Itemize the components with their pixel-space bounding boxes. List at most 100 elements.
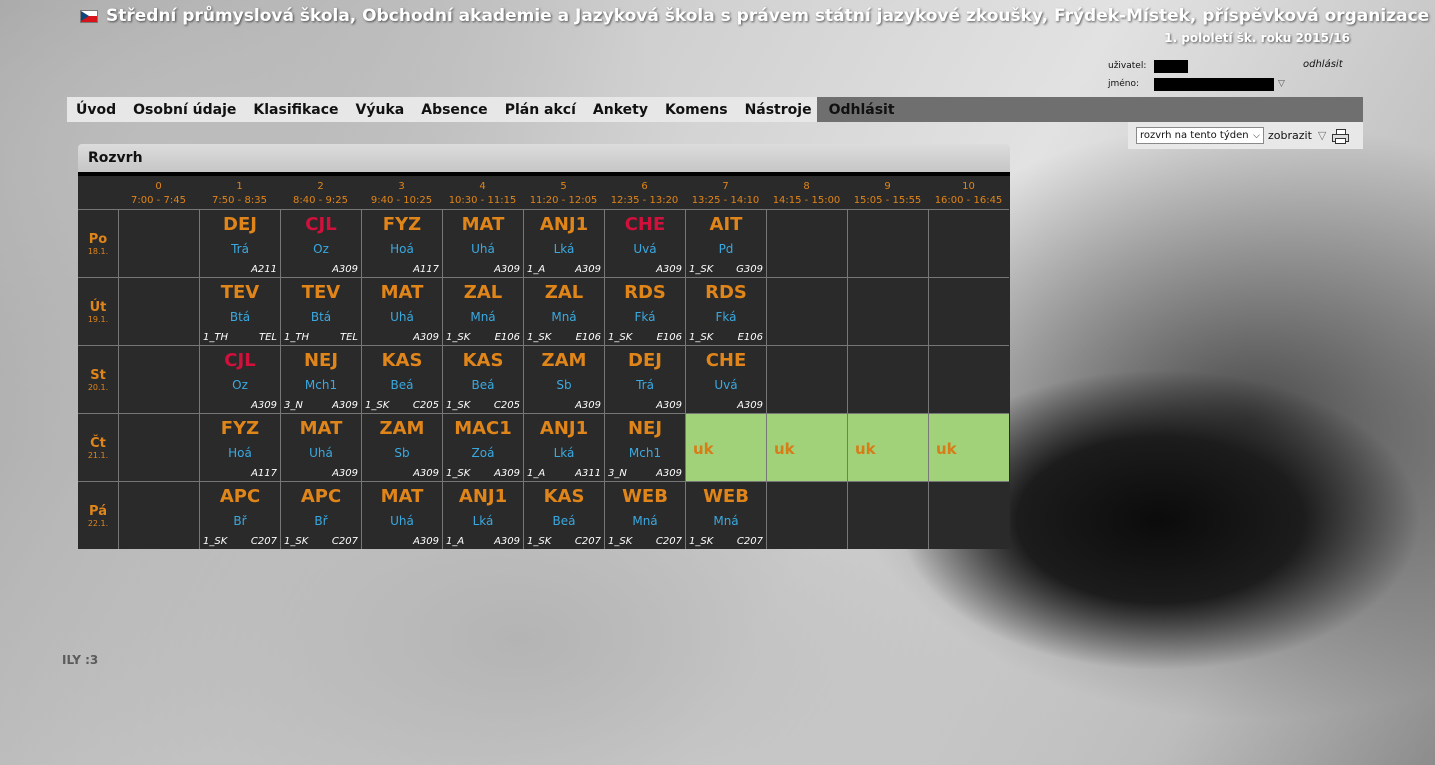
day-date: 22.1.	[87, 519, 109, 528]
period-header: 5 11:20 - 12:05	[523, 176, 604, 209]
lesson-cell[interactable]: KAS Beá 1_SK C205	[361, 345, 442, 413]
uk-label: uk	[936, 440, 957, 458]
lesson-cell[interactable]: ANJ1 Lká 1_A A309	[442, 481, 523, 549]
subject-code: WEB	[622, 486, 668, 507]
nav-item-klasifikace[interactable]: Klasifikace	[253, 102, 338, 118]
nav-item-odhlasit[interactable]: Odhlásit	[829, 102, 895, 118]
lesson-cell[interactable]: RDS Fká 1_SK E106	[604, 277, 685, 345]
filter-icon[interactable]: ▽	[1318, 129, 1326, 142]
room-label: A309	[656, 468, 682, 479]
teacher-abbr: Uhá	[471, 242, 495, 256]
group-label: 1_SK	[527, 332, 552, 343]
lesson-cell[interactable]: ANJ1 Lká 1_A A309	[523, 209, 604, 277]
room-label: E106	[656, 332, 682, 343]
nav-item-plan-akci[interactable]: Plán akcí	[505, 102, 576, 118]
empty-lesson-cell	[928, 481, 1009, 549]
lesson-cell[interactable]: MAC1 Zoá 1_SK A309	[442, 413, 523, 481]
nav-item-absence[interactable]: Absence	[421, 102, 487, 118]
lesson-cell[interactable]: ZAL Mná 1_SK E106	[523, 277, 604, 345]
lesson-cell[interactable]: FYZ Hoá A117	[199, 413, 280, 481]
subject-code: RDS	[624, 282, 666, 303]
subject-code: ZAM	[379, 418, 425, 439]
teacher-abbr: Zoá	[471, 446, 495, 460]
room-label: A309	[413, 332, 439, 343]
subject-code: RDS	[705, 282, 747, 303]
nav-item-ankety[interactable]: Ankety	[593, 102, 648, 118]
subject-code: NEJ	[627, 418, 663, 439]
lesson-cell[interactable]: APC Bř 1_SK C207	[199, 481, 280, 549]
chevron-down-icon[interactable]: ▽	[1278, 79, 1285, 89]
group-label: 3_N	[608, 468, 627, 479]
room-label: C205	[493, 400, 520, 411]
lesson-cell[interactable]: CHE Uvá A309	[604, 209, 685, 277]
lesson-cell[interactable]: APC Bř 1_SK C207	[280, 481, 361, 549]
uk-label: uk	[693, 440, 714, 458]
room-label: G309	[736, 264, 763, 275]
lesson-cell[interactable]: DEJ Trá A211	[199, 209, 280, 277]
lesson-cell[interactable]: ANJ1 Lká 1_A A311	[523, 413, 604, 481]
semester-label: 1. pololetí šk. roku 2015/16	[1164, 31, 1350, 45]
lesson-cell[interactable]: NEJ Mch1 3_N A309	[604, 413, 685, 481]
show-button[interactable]: zobrazit	[1268, 129, 1312, 142]
subject-code: MAT	[299, 418, 343, 439]
czech-flag-icon[interactable]	[80, 9, 98, 23]
lesson-cell[interactable]: DEJ Trá A309	[604, 345, 685, 413]
subject-code: MAT	[380, 486, 424, 507]
lesson-cell-uk[interactable]: uk	[766, 413, 847, 481]
lesson-cell[interactable]: MAT Uhá A309	[361, 277, 442, 345]
period-header: 10 16:00 - 16:45	[928, 176, 1009, 209]
lesson-cell[interactable]: CJL Oz A309	[280, 209, 361, 277]
lesson-cell[interactable]: CHE Uvá A309	[685, 345, 766, 413]
subject-code: MAT	[380, 282, 424, 303]
lesson-cell[interactable]: CJL Oz A309	[199, 345, 280, 413]
empty-lesson-cell	[847, 345, 928, 413]
group-label: 1_SK	[689, 264, 714, 275]
lesson-cell[interactable]: TEV Btá 1_TH TEL	[199, 277, 280, 345]
teacher-abbr: Hoá	[228, 446, 252, 460]
lesson-cell-uk[interactable]: uk	[847, 413, 928, 481]
uk-label: uk	[774, 440, 795, 458]
nav-item-uvod[interactable]: Úvod	[76, 102, 116, 118]
lesson-cell[interactable]: WEB Mná 1_SK C207	[604, 481, 685, 549]
teacher-abbr: Oz	[232, 378, 248, 392]
lesson-cell[interactable]: ZAM Sb A309	[361, 413, 442, 481]
empty-lesson-cell	[928, 345, 1009, 413]
nav-item-nastroje[interactable]: Nástroje	[745, 102, 812, 118]
lesson-cell[interactable]: TEV Btá 1_TH TEL	[280, 277, 361, 345]
subject-code: FYZ	[220, 418, 260, 439]
subject-code: MAC1	[454, 418, 512, 439]
lesson-cell[interactable]: AIT Pd 1_SK G309	[685, 209, 766, 277]
lesson-cell[interactable]: MAT Uhá A309	[361, 481, 442, 549]
lesson-cell-uk[interactable]: uk	[928, 413, 1009, 481]
lesson-cell[interactable]: MAT Uhá A309	[442, 209, 523, 277]
empty-lesson-cell	[118, 345, 199, 413]
lesson-cell[interactable]: RDS Fká 1_SK E106	[685, 277, 766, 345]
lesson-cell[interactable]: KAS Beá 1_SK C205	[442, 345, 523, 413]
print-icon[interactable]	[1332, 128, 1350, 144]
lesson-cell[interactable]: NEJ Mch1 3_N A309	[280, 345, 361, 413]
lesson-cell[interactable]: MAT Uhá A309	[280, 413, 361, 481]
nav-item-komens[interactable]: Komens	[665, 102, 728, 118]
teacher-abbr: Btá	[310, 310, 332, 324]
teacher-abbr: Sb	[556, 378, 572, 392]
logout-link[interactable]: odhlásit	[1303, 59, 1343, 70]
lesson-cell[interactable]: WEB Mná 1_SK C207	[685, 481, 766, 549]
day-name: St	[90, 368, 106, 383]
nav-item-vyuka[interactable]: Výuka	[356, 102, 405, 118]
lesson-cell[interactable]: KAS Beá 1_SK C207	[523, 481, 604, 549]
lesson-cell[interactable]: ZAM Sb A309	[523, 345, 604, 413]
subject-code: CHE	[624, 214, 666, 235]
day-label: Pá 22.1.	[78, 481, 118, 549]
subject-code: DEJ	[628, 350, 662, 371]
schedule-range-select[interactable]: rozvrh na tento týden ⌵	[1136, 127, 1264, 144]
lesson-cell[interactable]: ZAL Mná 1_SK E106	[442, 277, 523, 345]
nav-item-osobni-udaje[interactable]: Osobní údaje	[133, 102, 236, 118]
lesson-cell-uk[interactable]: uk	[685, 413, 766, 481]
teacher-abbr: Lká	[553, 242, 575, 256]
subject-code: AIT	[709, 214, 743, 235]
lesson-cell[interactable]: FYZ Hoá A117	[361, 209, 442, 277]
room-label: C205	[412, 400, 439, 411]
subject-code: APC	[219, 486, 261, 507]
subject-code: KAS	[543, 486, 585, 507]
period-time: 16:00 - 16:45	[934, 195, 1003, 206]
